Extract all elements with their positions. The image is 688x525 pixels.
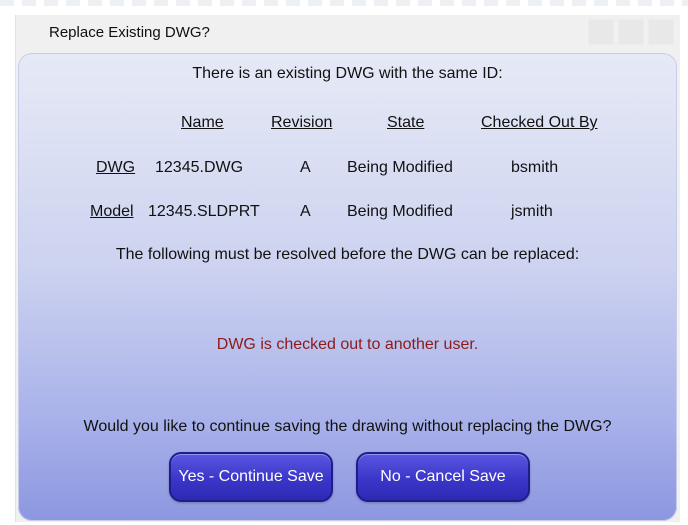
maximize-button[interactable] <box>618 19 644 45</box>
intro-text: There is an existing DWG with the same I… <box>192 65 503 82</box>
close-button[interactable] <box>648 19 674 45</box>
header-checked-out-by: Checked Out By <box>481 114 598 131</box>
dialog-body: There is an existing DWG with the same I… <box>18 53 677 521</box>
row-model-state: Being Modified <box>347 203 453 220</box>
yes-continue-save-button[interactable]: Yes - Continue Save <box>169 452 333 502</box>
row-model-checked-out-by: jsmith <box>511 203 553 220</box>
row-label-model[interactable]: Model <box>90 203 134 221</box>
window-controls <box>588 19 674 45</box>
row-model-revision: A <box>300 203 311 220</box>
replace-dwg-dialog: Replace Existing DWG? There is an existi… <box>15 15 680 522</box>
row-dwg-name: 12345.DWG <box>155 159 244 176</box>
error-message: DWG is checked out to another user. <box>216 336 479 353</box>
header-revision: Revision <box>271 114 333 131</box>
row-dwg-revision: A <box>300 159 311 176</box>
no-cancel-save-button[interactable]: No - Cancel Save <box>356 452 530 502</box>
title-bar[interactable]: Replace Existing DWG? <box>16 15 680 53</box>
dialog-title: Replace Existing DWG? <box>49 24 210 41</box>
minimize-button[interactable] <box>588 19 614 45</box>
header-name: Name <box>181 114 224 131</box>
row-model-name: 12345.SLDPRT <box>148 203 260 220</box>
background-strip <box>0 0 688 6</box>
row-dwg-checked-out-by: bsmith <box>511 159 559 176</box>
resolve-text: The following must be resolved before th… <box>115 246 580 263</box>
row-label-dwg[interactable]: DWG <box>96 159 135 177</box>
question-text: Would you like to continue saving the dr… <box>83 418 612 435</box>
row-dwg-state: Being Modified <box>347 159 453 176</box>
header-state: State <box>387 114 425 131</box>
